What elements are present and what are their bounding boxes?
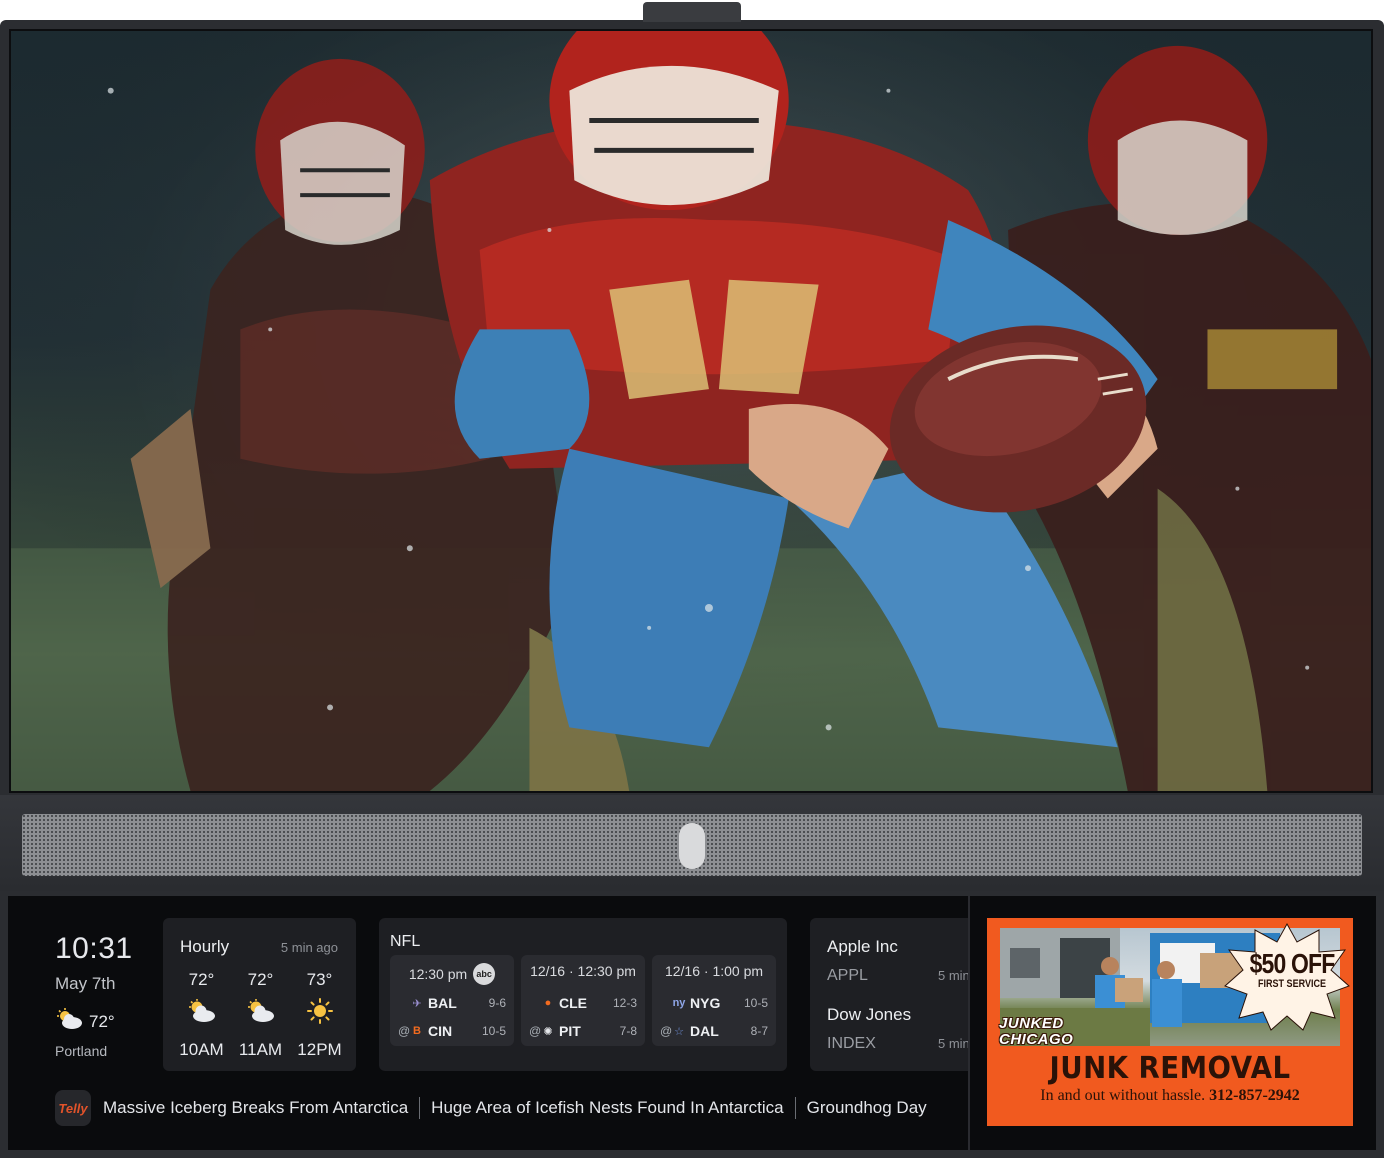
hourly-hour: 10AM — [179, 1040, 224, 1059]
hourly-item: 72° 11AM — [232, 970, 289, 1060]
at-symbol: @ — [529, 1024, 542, 1038]
hourly-temp: 72° — [247, 970, 274, 989]
hourly-updated: 5 min ago — [280, 940, 338, 955]
team-name: CLE — [559, 995, 587, 1011]
stock-updated: 5 min ago — [938, 1036, 970, 1051]
stock-updated: 5 min ago — [938, 968, 970, 983]
game-home-row: @ ✺ PIT 7-8 — [529, 1023, 637, 1039]
hourly-item: 73° 12PM — [291, 970, 348, 1060]
hourly-item: 72° 10AM — [173, 970, 230, 1060]
game-time: 12/16 · 12:30 pm — [530, 963, 636, 979]
partly-cloudy-icon — [173, 994, 230, 1028]
game-card[interactable]: 12/16 · 1:00 pm ny NYG 10-5 @ ☆ DAL 8-7 — [652, 955, 776, 1046]
team-record: 12-3 — [612, 996, 637, 1010]
ravens-logo-icon: ✈ — [412, 997, 422, 1010]
game-away-row: ✈ BAL 9-6 — [398, 995, 506, 1011]
game-away-row: ● CLE 12-3 — [529, 995, 637, 1011]
ad-phone[interactable]: 312-857-2942 — [1209, 1087, 1300, 1104]
team-name: NYG — [690, 995, 721, 1011]
stock-name: Apple Inc — [827, 937, 898, 956]
offer-subtext: FIRST SERVICE — [1257, 978, 1327, 990]
nfl-title: NFL — [390, 933, 421, 950]
at-symbol: @ — [398, 1024, 411, 1038]
news-ticker[interactable]: Telly Massive Iceberg Breaks From Antarc… — [55, 1090, 969, 1126]
divider — [794, 1097, 796, 1119]
steelers-logo-icon: ✺ — [543, 1025, 553, 1038]
stock-ticker: APPL — [827, 967, 868, 984]
at-symbol: @ — [660, 1024, 673, 1038]
browns-logo-icon: ● — [544, 997, 552, 1009]
stock-item: Apple Inc APPL 5 min ago — [827, 937, 970, 985]
game-time: 12:30 pm abc — [390, 963, 514, 985]
tv-screen — [9, 29, 1373, 793]
team-name: CIN — [428, 1023, 453, 1039]
stock-name: Dow Jones — [827, 1005, 912, 1024]
sun-icon — [291, 994, 348, 1028]
game-away-row: ny NYG 10-5 — [660, 995, 768, 1011]
weather-city: Portland — [55, 1043, 108, 1059]
team-record: 10-5 — [743, 996, 768, 1010]
panel-divider — [968, 896, 970, 1150]
team-record: 9-6 — [488, 996, 506, 1010]
headline[interactable]: Massive Iceberg Breaks From Antarctica — [103, 1098, 408, 1118]
top-camera — [643, 2, 741, 22]
stock-item: Dow Jones INDEX 5 min ago — [827, 1005, 970, 1053]
headline[interactable]: Groundhog Day — [807, 1098, 927, 1118]
clock-widget[interactable]: 10:31 May 7th 72° Portland — [55, 932, 133, 1059]
offer-amount: $50 OFF — [1249, 948, 1336, 979]
team-record: 7-8 — [619, 1024, 637, 1038]
clock-date: May 7th — [55, 974, 116, 993]
current-temp-value: 72° — [89, 1011, 115, 1031]
hourly-title: Hourly — [180, 937, 230, 956]
team-name: BAL — [428, 995, 457, 1011]
junk-removal-ad[interactable]: $50 OFF FIRST SERVICE JUNKED CHICAGO JUN… — [987, 918, 1353, 1126]
partly-cloudy-icon — [232, 994, 289, 1028]
hourly-temp: 72° — [188, 970, 215, 989]
hourly-forecast-card[interactable]: Hourly 5 min ago 72° 10AM 72° 11AM 73° 1… — [163, 918, 356, 1071]
abc-network-icon: abc — [473, 963, 496, 985]
bengals-logo-icon: B — [413, 1025, 421, 1037]
soundbar-camera — [679, 823, 705, 869]
cowboys-star-icon: ☆ — [674, 1025, 684, 1038]
divider — [419, 1097, 421, 1119]
giants-logo-icon: ny — [672, 997, 686, 1009]
team-record: 10-5 — [481, 1024, 506, 1038]
game-home-row: @ ☆ DAL 8-7 — [660, 1023, 768, 1039]
football-scene-image — [11, 31, 1371, 791]
partly-cloudy-icon — [55, 1008, 85, 1035]
team-name: DAL — [690, 1023, 719, 1039]
team-record: 8-7 — [750, 1024, 768, 1038]
headline[interactable]: Huge Area of Icefish Nests Found In Anta… — [431, 1098, 783, 1118]
game-time: 12/16 · 1:00 pm — [664, 963, 764, 979]
ad-headline: JUNK REMOVAL — [1049, 1051, 1291, 1086]
ad-brand-logo: JUNKED CHICAGO — [999, 1015, 1074, 1048]
stocks-card[interactable]: Apple Inc APPL 5 min ago Dow Jones INDEX… — [810, 918, 970, 1071]
game-home-row: @ B CIN 10-5 — [398, 1023, 506, 1039]
hourly-temp: 73° — [306, 970, 333, 989]
team-name: PIT — [559, 1023, 581, 1039]
telly-logo: Telly — [55, 1090, 91, 1126]
hourly-hour: 12PM — [297, 1040, 342, 1059]
game-card[interactable]: 12/16 · 12:30 pm ● CLE 12-3 @ ✺ PIT 7-8 — [521, 955, 645, 1046]
offer-text: $50 OFF FIRST SERVICE — [1237, 948, 1347, 990]
current-temperature: 72° — [55, 1008, 133, 1035]
game-card[interactable]: 12:30 pm abc ✈ BAL 9-6 @ B CIN 10-5 — [390, 955, 514, 1046]
hourly-hour: 11AM — [238, 1040, 283, 1059]
ad-tagline: In and out without hassle. 312-857-2942 — [1040, 1087, 1300, 1104]
clock-time: 10:31 — [55, 932, 133, 965]
nfl-scores-card[interactable]: NFL 12:30 pm abc ✈ BAL 9-6 @ B CIN 10-5 … — [379, 918, 787, 1071]
stock-ticker: INDEX — [827, 1035, 876, 1052]
